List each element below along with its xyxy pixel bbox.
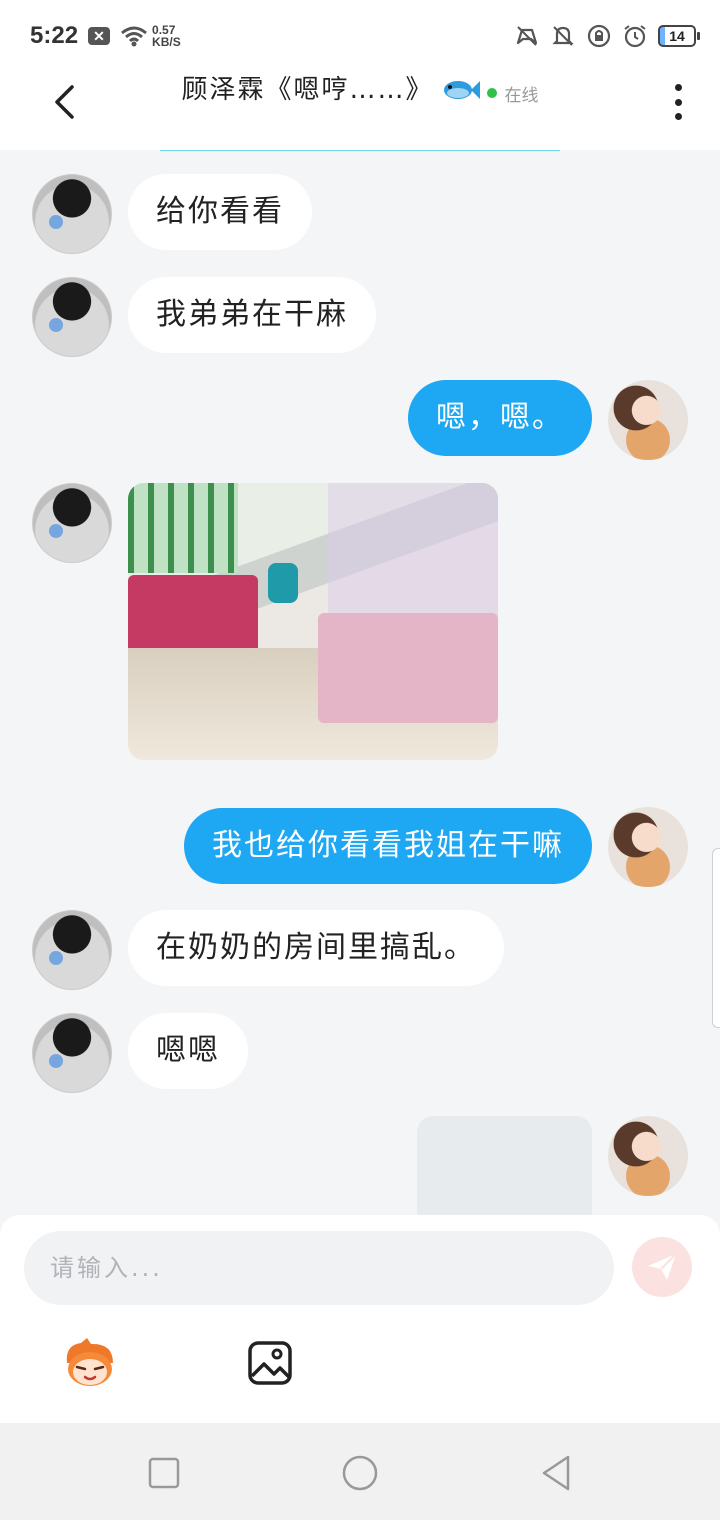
circle-icon — [342, 1455, 378, 1491]
chat-header: 顾泽霖《嗯哼……》 在线 — [0, 72, 720, 150]
game-controller-icon — [516, 26, 538, 46]
status-time: 5:22 — [30, 22, 79, 49]
previous-message-edge — [160, 150, 560, 151]
outgoing-message[interactable]: 我也给你看看我姐在干嘛 — [184, 808, 592, 884]
incoming-message[interactable]: 在奶奶的房间里搞乱。 — [128, 910, 504, 986]
title-block: 顾泽霖《嗯哼……》 在线 — [0, 72, 720, 108]
my-avatar[interactable] — [608, 807, 688, 887]
photo-window — [128, 483, 238, 573]
contact-avatar[interactable] — [32, 910, 112, 990]
online-dot — [486, 88, 497, 98]
triangle-back-icon — [542, 1455, 570, 1491]
lock-rotation-icon — [587, 24, 611, 48]
online-status: 在线 — [486, 81, 539, 106]
fish-icon — [444, 81, 481, 99]
photo-child — [268, 563, 298, 603]
contact-avatar[interactable] — [32, 1013, 112, 1093]
photo-bed — [318, 613, 498, 723]
incoming-message[interactable]: 给你看看 — [128, 174, 312, 250]
message-input[interactable] — [24, 1231, 614, 1305]
composer — [0, 1215, 720, 1423]
more-options-button[interactable] — [670, 84, 686, 120]
network-speed-unit: KB/S — [152, 35, 181, 49]
incoming-message[interactable]: 嗯嗯 — [128, 1013, 248, 1089]
recents-button[interactable] — [142, 1451, 186, 1495]
contact-name: 顾泽霖《嗯哼……》 — [181, 75, 434, 105]
incoming-message[interactable]: 我弟弟在干麻 — [128, 277, 376, 353]
wifi-icon — [121, 26, 148, 47]
battery-indicator: 14 — [658, 25, 700, 47]
image-picker-button[interactable] — [240, 1333, 300, 1393]
chat-screen: 5:22 ✕ 0.57 KB/S 14 顾泽霖《嗯哼……》 在线 给你看看 我弟… — [0, 0, 720, 1520]
contact-avatar[interactable] — [32, 174, 112, 254]
more-dot-icon — [674, 113, 682, 120]
notification-badge: ✕ — [88, 27, 111, 45]
edge-panel-handle[interactable] — [712, 848, 720, 1028]
emoji-button[interactable] — [60, 1333, 120, 1393]
square-icon — [148, 1457, 180, 1489]
photo-sofa — [128, 575, 258, 655]
network-speed: 0.57 KB/S — [152, 24, 181, 48]
more-dot-icon — [674, 84, 682, 91]
my-avatar[interactable] — [608, 1116, 688, 1196]
image-message[interactable] — [417, 1116, 592, 1215]
image-message[interactable] — [128, 483, 498, 760]
send-icon — [648, 1253, 677, 1280]
contact-avatar[interactable] — [32, 483, 112, 563]
contact-name-row: 顾泽霖《嗯哼……》 — [181, 72, 481, 108]
more-dot-icon — [674, 98, 682, 106]
status-right-icons: 14 — [514, 23, 700, 49]
my-avatar[interactable] — [608, 380, 688, 460]
outgoing-message[interactable]: 嗯，嗯。 — [408, 380, 592, 456]
online-status-text: 在线 — [504, 85, 539, 106]
bell-off-icon — [552, 26, 574, 46]
message-list[interactable]: 给你看看 我弟弟在干麻 嗯，嗯。 我也给你看看我姐在干嘛 在奶奶的房间里搞乱。 … — [0, 150, 720, 1215]
system-back-button[interactable] — [534, 1451, 578, 1495]
home-button[interactable] — [338, 1451, 382, 1495]
alarm-icon — [624, 25, 646, 48]
contact-avatar[interactable] — [32, 277, 112, 357]
status-bar: 5:22 ✕ 0.57 KB/S 14 — [0, 0, 720, 72]
emoji-mascot-icon — [66, 1338, 113, 1386]
send-button[interactable] — [632, 1237, 692, 1297]
image-icon — [248, 1341, 292, 1385]
system-navigation-bar — [0, 1423, 720, 1520]
